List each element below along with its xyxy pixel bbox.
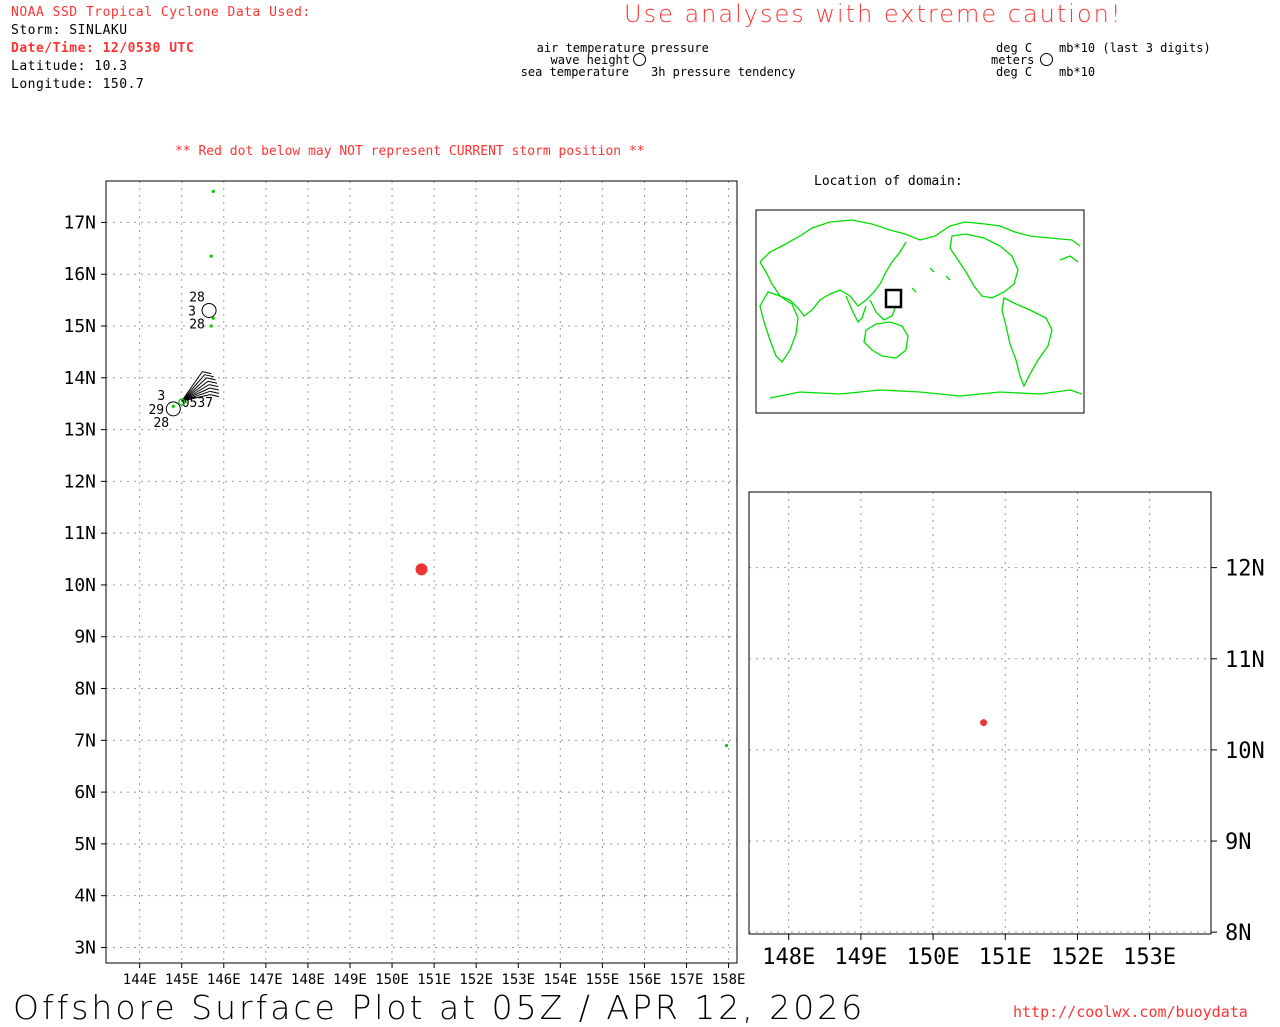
zoom-y-tick-label: 8N	[1225, 921, 1252, 946]
zoom-x-tick-label: 148E	[762, 945, 815, 970]
main-y-tick-label: 9N	[74, 627, 96, 648]
wind-barb-feather	[209, 384, 219, 388]
zoom-x-tick-label: 149E	[834, 945, 887, 970]
zoom-x-tick-label: 153E	[1123, 945, 1176, 970]
main-y-tick-label: 4N	[74, 886, 96, 907]
zoom-y-tick-label: 11N	[1225, 648, 1265, 673]
main-x-tick-label: 146E	[207, 972, 241, 988]
main-y-tick-label: 17N	[63, 212, 96, 233]
main-x-tick-label: 152E	[459, 972, 493, 988]
main-y-tick-label: 13N	[63, 420, 96, 441]
main-y-tick-label: 7N	[74, 730, 96, 751]
inset-title: Location of domain:	[814, 174, 963, 189]
main-map-stations: 28328329280537	[148, 290, 220, 431]
island-mark	[724, 743, 729, 748]
wind-barb-feather	[202, 371, 212, 375]
zoom-y-tick-label: 10N	[1225, 739, 1265, 764]
station-temp-label: 3	[157, 389, 165, 404]
main-x-tick-label: 155E	[586, 972, 620, 988]
island-mark	[209, 324, 213, 328]
main-map: 144E 145E 146E 147E 148E 149E 150E 151E 152E 153E…	[63, 180, 1265, 988]
zoom-storm-position-dot	[980, 719, 988, 727]
zoom-map-ticks: 148E 149E 150E 151E 152E 153E 8N 9N 10N 11N 12N	[762, 557, 1265, 970]
zoom-map-storm	[980, 719, 988, 727]
wind-barb-feather	[209, 387, 219, 391]
source-url[interactable]: http://coolwx.com/buoydata	[1013, 1003, 1248, 1021]
zoom-x-tick-label: 152E	[1051, 945, 1104, 970]
main-x-tick-label: 151E	[417, 972, 451, 988]
main-x-tick-label: 144E	[123, 972, 157, 988]
station-circle	[201, 302, 217, 318]
station-cluster-label: 0537	[182, 396, 213, 411]
island-mark	[171, 404, 175, 408]
zoom-x-tick-label: 151E	[979, 945, 1032, 970]
main-x-tick-label: 157E	[670, 972, 704, 988]
storm-position-dot	[415, 563, 428, 576]
main-y-tick-label: 6N	[74, 782, 96, 803]
station-sst-label: 28	[153, 416, 169, 431]
main-x-tick-label: 153E	[501, 972, 535, 988]
island-mark	[209, 254, 213, 258]
zoom-y-tick-label: 12N	[1225, 557, 1265, 582]
main-y-tick-label: 14N	[63, 368, 96, 389]
main-y-tick-label: 5N	[74, 834, 96, 855]
main-y-tick-label: 11N	[63, 523, 96, 544]
main-map-ticks: 144E 145E 146E 147E 148E 149E 150E 151E 152E 153E…	[63, 212, 745, 988]
zoom-y-tick-label: 9N	[1225, 830, 1252, 855]
main-y-tick-label: 3N	[74, 937, 96, 958]
wind-barb-feather	[204, 374, 214, 378]
main-y-tick-label: 16N	[63, 264, 96, 285]
wind-barb-feather	[209, 390, 220, 394]
main-y-tick-label: 8N	[74, 679, 96, 700]
main-x-tick-label: 148E	[291, 972, 325, 988]
main-x-tick-label: 149E	[333, 972, 367, 988]
main-x-tick-label: 158E	[712, 972, 746, 988]
main-x-tick-label: 147E	[249, 972, 283, 988]
station-circle	[165, 401, 181, 417]
main-y-tick-label: 12N	[63, 471, 96, 492]
station-sst-label: 28	[189, 317, 205, 332]
plot-title: Offshore Surface Plot at 05Z / APR 12, 2…	[13, 988, 866, 1027]
island-mark	[211, 189, 215, 193]
wind-barb-feather	[207, 380, 218, 384]
zoom-x-tick-label: 150E	[907, 945, 960, 970]
main-y-tick-label: 10N	[63, 575, 96, 596]
station-temp-label: 28	[189, 290, 205, 305]
zoom-map-grid	[749, 492, 1211, 934]
main-x-tick-label: 150E	[375, 972, 409, 988]
main-x-tick-label: 145E	[165, 972, 199, 988]
main-y-tick-label: 15N	[63, 316, 96, 337]
main-x-tick-label: 156E	[628, 972, 662, 988]
main-x-tick-label: 154E	[543, 972, 577, 988]
zoom-map-frame	[748, 491, 1212, 935]
main-map-storm	[415, 563, 428, 576]
